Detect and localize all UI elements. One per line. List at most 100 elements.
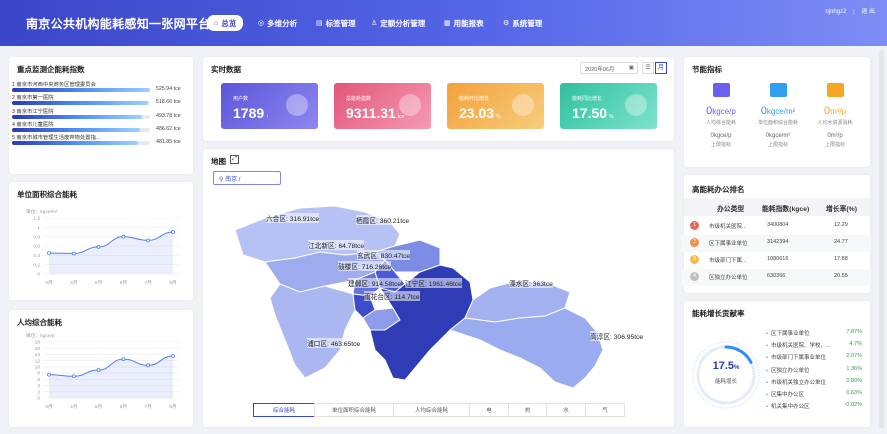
rank-badge: 2 xyxy=(690,238,699,247)
y-tick-label: 18 xyxy=(35,340,41,346)
app-header: 南京公共机构能耗感知一张网平台 ⌂ 总览 ◎ 多维分析 ▤ 标签管理 ♙ 定额分析管理 … xyxy=(0,0,887,46)
list-toggle[interactable]: ☰ xyxy=(642,62,654,74)
label-gulou: 鼓楼区: 716.26tce xyxy=(338,261,392,271)
growth-item-name: 市级部门下属事业单位 xyxy=(766,355,826,361)
table-row[interactable]: 4 区独立办公单位 630366 20.55 xyxy=(681,269,871,286)
data-point[interactable] xyxy=(47,372,51,377)
growth-item: 区下属事业单位 7.87% xyxy=(766,329,866,337)
ranking-item-value: 486.62 tce xyxy=(156,125,181,132)
map-tab-gas[interactable]: 气 xyxy=(585,403,625,417)
y-tick-label: 1 xyxy=(37,225,40,231)
x-tick-label: 5月 xyxy=(95,404,102,410)
fullscreen-icon[interactable]: ⤢ xyxy=(230,155,239,164)
growth-item-name: 市级机关医院、学校、... xyxy=(766,343,831,349)
growth-item-name: 市级机关独立办公单位 xyxy=(766,380,826,386)
nav-tag-management[interactable]: ▤ 标签管理 xyxy=(316,15,356,31)
data-point[interactable] xyxy=(171,354,175,358)
map-tab-heat[interactable]: 热 xyxy=(508,403,547,417)
y-tick-label: 16 xyxy=(35,346,41,352)
cell-index: 3142394 xyxy=(767,239,789,245)
nav-system-management[interactable]: ⚙ 系统管理 xyxy=(503,15,542,31)
x-tick-label: 8月 xyxy=(169,280,176,286)
nav-energy-report[interactable]: ▦ 用能报表 xyxy=(444,15,484,31)
growth-item-value: 0.63% xyxy=(846,390,862,396)
map-tab-person[interactable]: 人均综合能耗 xyxy=(393,403,470,417)
district-pukou[interactable] xyxy=(269,283,356,379)
office-rank-title: 高能耗办公排名 xyxy=(692,185,745,194)
username[interactable]: njnhgz2 xyxy=(825,9,846,15)
gear-icon: ⚙ xyxy=(503,20,510,27)
water-chart-icon xyxy=(826,83,844,97)
scrollbar[interactable] xyxy=(879,50,884,428)
table-row[interactable]: 1 市级机关医院... 3400804 12.29 xyxy=(681,218,871,235)
mom-growth-card: 能耗环比增长 23.03% xyxy=(447,83,544,129)
data-point[interactable] xyxy=(96,245,101,249)
label-yuhuatai: 雨花台区: 114.7tce xyxy=(364,291,420,301)
chart-icon xyxy=(399,94,421,116)
data-point[interactable] xyxy=(121,357,126,362)
ranking-item-value: 518.66 tce xyxy=(156,99,181,106)
y-tick-label: 12 xyxy=(35,358,41,364)
ranking-item-label: 5 南京市城市管理生活废弃物处置指... xyxy=(12,135,101,142)
map-tab-electric[interactable]: 电 xyxy=(469,403,509,417)
growth-item-value: 1.36% xyxy=(846,365,862,372)
label-qixia: 栖霞区: 360.21tce xyxy=(356,215,410,225)
rank-badge: 1 xyxy=(690,221,699,230)
ranking-bar-track xyxy=(12,127,150,132)
col-index: 能耗指数(kgce) xyxy=(762,206,810,213)
ranking-bar-fill xyxy=(12,101,149,106)
data-point[interactable] xyxy=(146,238,151,243)
gauge-value: 17.5% xyxy=(712,360,740,372)
data-point[interactable] xyxy=(96,368,101,372)
trend-icon xyxy=(512,94,534,116)
map-location-select[interactable]: ⚲ 南京 / xyxy=(213,171,281,185)
cell-rate: 24.77 xyxy=(834,239,848,245)
x-tick-label: 8月 xyxy=(169,404,176,410)
x-tick-label: 5月 xyxy=(95,280,102,286)
indicators-title: 节能指标 xyxy=(692,65,722,74)
gauge-label: 能耗增长 xyxy=(714,379,737,385)
x-tick-label: 3月 xyxy=(45,404,52,410)
district-gaochun[interactable] xyxy=(448,307,604,389)
nav-quota-analysis[interactable]: ♙ 定额分析管理 xyxy=(371,15,425,31)
growth-item: 市级机关医院、学校、... 4.7% xyxy=(766,341,866,349)
nav-multi-analysis[interactable]: ◎ 多维分析 xyxy=(258,15,297,31)
data-point[interactable] xyxy=(47,251,51,255)
data-point[interactable] xyxy=(171,230,175,234)
cell-rate: 17.88 xyxy=(834,256,848,262)
map-tab-total[interactable]: 综合能耗 xyxy=(253,403,315,417)
growth-item-value: 0.89% xyxy=(846,377,862,384)
label-jiangbei: 江北新区: 64.78tce xyxy=(308,240,365,250)
data-point[interactable] xyxy=(121,234,126,239)
total-energy-value: 9311.31 xyxy=(346,105,396,121)
ranking-item-label: 4 南京市儿童医院 xyxy=(12,121,54,128)
data-point[interactable] xyxy=(71,251,76,256)
user-area: njnhgz2 | 退 出 xyxy=(825,6,875,15)
month-toggle[interactable]: 月 xyxy=(655,62,667,74)
ranking-item-label: 3 南京市江宁医院 xyxy=(12,108,54,115)
y-tick-label: 0.8 xyxy=(33,234,40,240)
map-tab-area[interactable]: 单位面积综合能耗 xyxy=(314,403,394,417)
data-point[interactable] xyxy=(71,374,76,379)
table-row[interactable]: 3 市级部门下属... 1080616 17.88 xyxy=(681,252,871,269)
label-liuhe: 六合区: 316.91tce xyxy=(266,213,320,223)
date-picker[interactable]: 2020年06月 ▣ xyxy=(580,62,638,74)
tag-icon: ▤ xyxy=(316,20,323,27)
area-energy-chart: 0 0.2 0.4 0.6 0.8 1 1.2 3月 4月 5月 6月 7月 8月 xyxy=(33,216,179,286)
nanjing-map xyxy=(234,205,604,389)
growth-item: 机关集中办公区 -0.02% xyxy=(766,402,866,410)
map-tab-water[interactable]: 水 xyxy=(546,403,586,417)
growth-item-value: 4.7% xyxy=(849,341,862,348)
ranking-bar-track xyxy=(12,141,150,146)
table-row[interactable]: 2 区下属事业单位 3142394 24.77 xyxy=(681,235,871,252)
nav-overview[interactable]: ⌂ 总览 xyxy=(207,15,244,31)
map-title: 地图 xyxy=(211,157,226,166)
data-point[interactable] xyxy=(146,363,151,368)
growth-item: 区集中办公区 0.63% xyxy=(766,390,866,398)
y-tick-label: 1.2 xyxy=(33,216,40,222)
person-icon: ♙ xyxy=(371,20,378,27)
x-tick-label: 7月 xyxy=(144,280,151,286)
rank-badge: 4 xyxy=(690,272,699,281)
logout-link[interactable]: 退 出 xyxy=(861,9,875,15)
cell-type: 区下属事业单位 xyxy=(709,241,748,247)
